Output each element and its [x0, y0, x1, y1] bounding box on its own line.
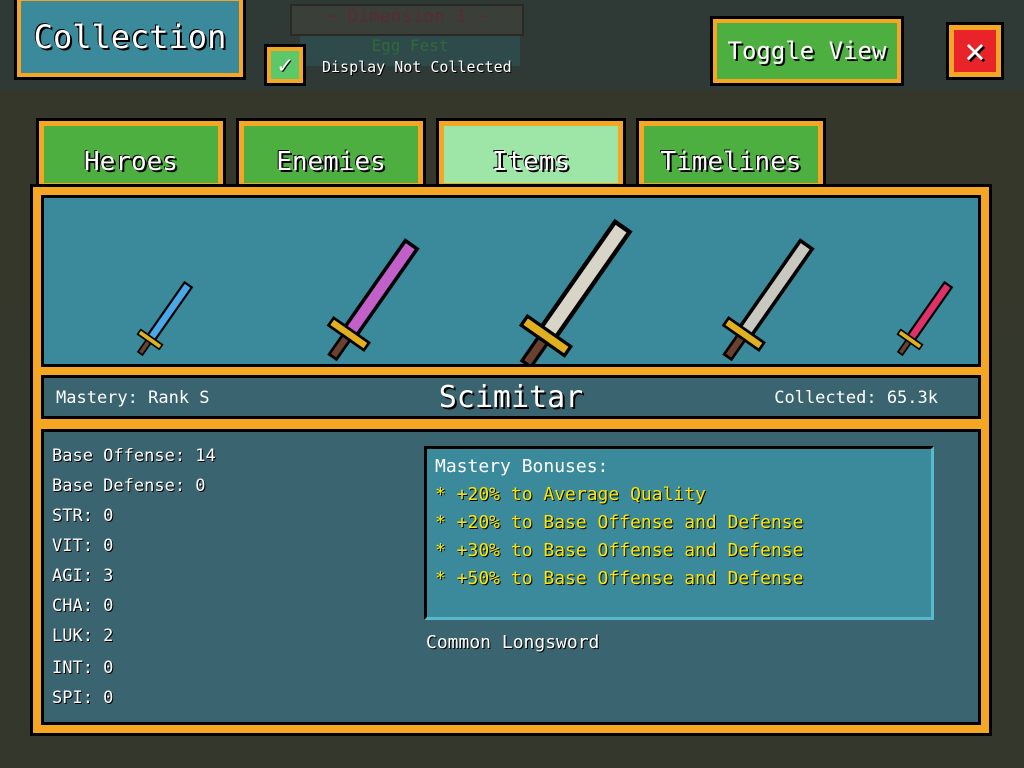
item-type: Common Longsword — [426, 632, 600, 653]
pink-rapier-icon[interactable] — [889, 277, 959, 361]
background-dimension-title: ~ Dimension 1 ~ — [290, 4, 524, 36]
close-button[interactable]: ✕ — [946, 22, 1004, 80]
checkmark-icon: ✓ — [271, 51, 299, 79]
mastery-bonuses-box: Mastery Bonuses: * +20% to Average Quali… — [424, 446, 934, 620]
close-x-icon: ✕ — [954, 30, 996, 72]
item-details: Base Offense: 14 Base Defense: 0 STR: 0 VIT… — [41, 429, 981, 725]
toggle-view-button[interactable]: Toggle View — [710, 16, 904, 86]
stat-line: Base Defense: 0 — [52, 476, 206, 496]
scimitar-icon[interactable] — [505, 212, 644, 370]
stat-line: VIT: 0 — [52, 536, 114, 556]
bonus-item: * +20% to Average Quality — [435, 484, 706, 505]
stat-line: SPI: 0 — [52, 688, 114, 708]
mastery-bonuses-title: Mastery Bonuses: — [435, 456, 609, 477]
tab-heroes[interactable]: Heroes — [36, 118, 226, 188]
bonus-item: * +20% to Base Offense and Defense — [435, 512, 804, 533]
tab-items[interactable]: Items — [436, 118, 626, 188]
silver-sword-icon[interactable] — [710, 232, 824, 364]
blue-dagger-icon[interactable] — [129, 277, 199, 361]
display-not-collected-checkbox[interactable]: ✓ — [264, 44, 306, 86]
display-not-collected-label[interactable]: Display Not Collected — [322, 58, 512, 76]
bonus-item: * +30% to Base Offense and Defense — [435, 540, 804, 561]
tab-timelines[interactable]: Timelines — [636, 118, 826, 188]
pink-crystal-sword-icon[interactable] — [315, 232, 429, 364]
bonus-item: * +50% to Base Offense and Defense — [435, 568, 804, 589]
item-info-bar: Mastery: Rank S Scimitar Collected: 65.3… — [41, 375, 981, 419]
stat-line: STR: 0 — [52, 506, 114, 526]
stat-line: LUK: 2 — [52, 626, 114, 646]
stat-line: INT: 0 — [52, 658, 114, 678]
stat-line: Base Offense: 14 — [52, 446, 216, 466]
stat-line: AGI: 3 — [52, 566, 114, 586]
collection-title: Collection — [14, 0, 246, 80]
tab-enemies[interactable]: Enemies — [236, 118, 426, 188]
collected-count: Collected: 65.3k — [774, 388, 938, 408]
stat-line: CHA: 0 — [52, 596, 114, 616]
collection-panel: Mastery: Rank S Scimitar Collected: 65.3… — [30, 184, 992, 736]
item-showcase — [41, 195, 981, 370]
